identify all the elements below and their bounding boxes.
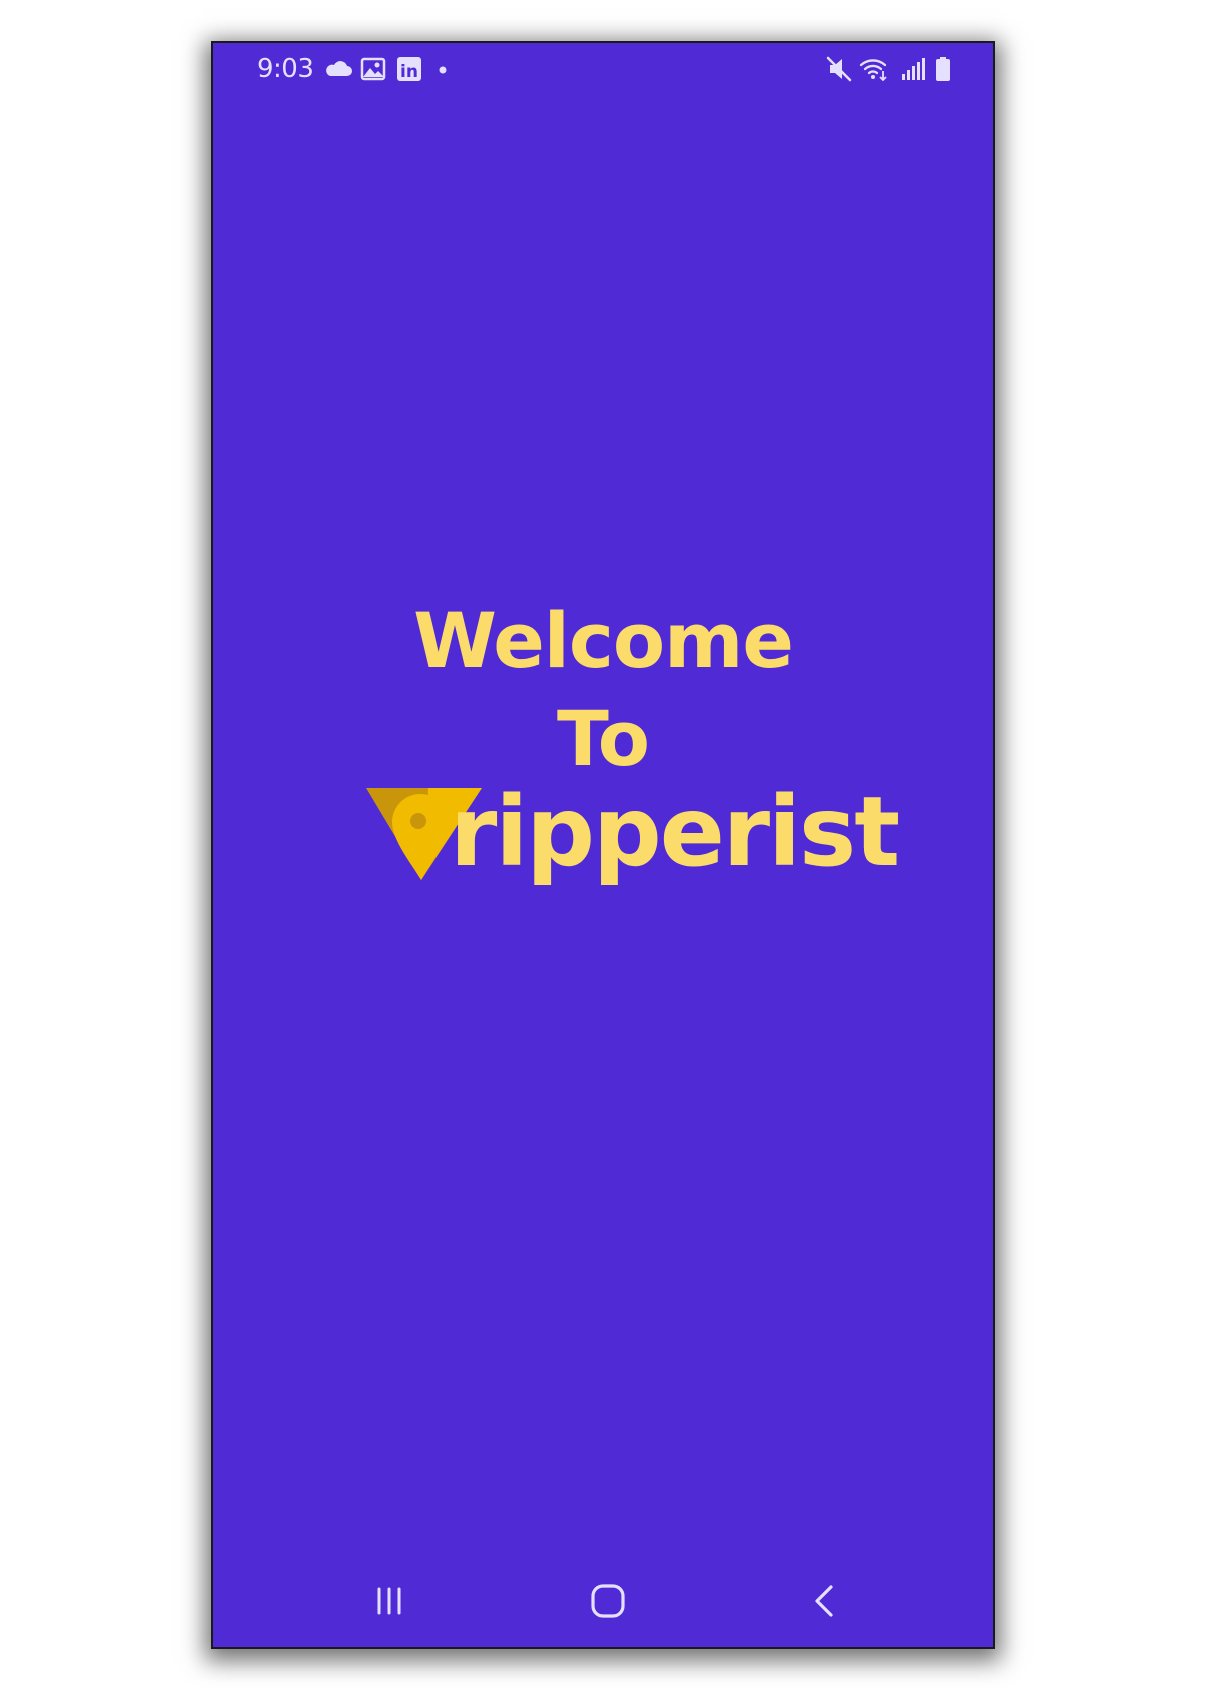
welcome-heading: Welcome — [413, 596, 794, 685]
signal-icon — [902, 58, 925, 80]
navigation-bar — [213, 1557, 993, 1647]
to-heading: To — [557, 694, 650, 783]
wifi-icon — [859, 59, 887, 82]
notification-dot-icon — [439, 66, 447, 74]
phone-screen: 9:03 in Welcome To ripperist — [211, 41, 995, 1649]
cloud-icon — [326, 61, 352, 76]
status-time: 9:03 — [257, 54, 314, 84]
battery-icon — [936, 57, 950, 81]
mute-icon — [826, 56, 852, 82]
linkedin-glyph: in — [400, 62, 418, 82]
brand-name: ripperist — [450, 776, 900, 888]
recent-apps-icon[interactable] — [365, 1577, 413, 1625]
tripperist-logo: ripperist — [366, 784, 900, 918]
linkedin-icon: in — [397, 57, 421, 82]
back-icon[interactable] — [801, 1577, 849, 1625]
home-icon[interactable] — [584, 1577, 632, 1625]
gallery-icon — [360, 57, 386, 81]
status-bar: 9:03 in — [213, 43, 993, 103]
